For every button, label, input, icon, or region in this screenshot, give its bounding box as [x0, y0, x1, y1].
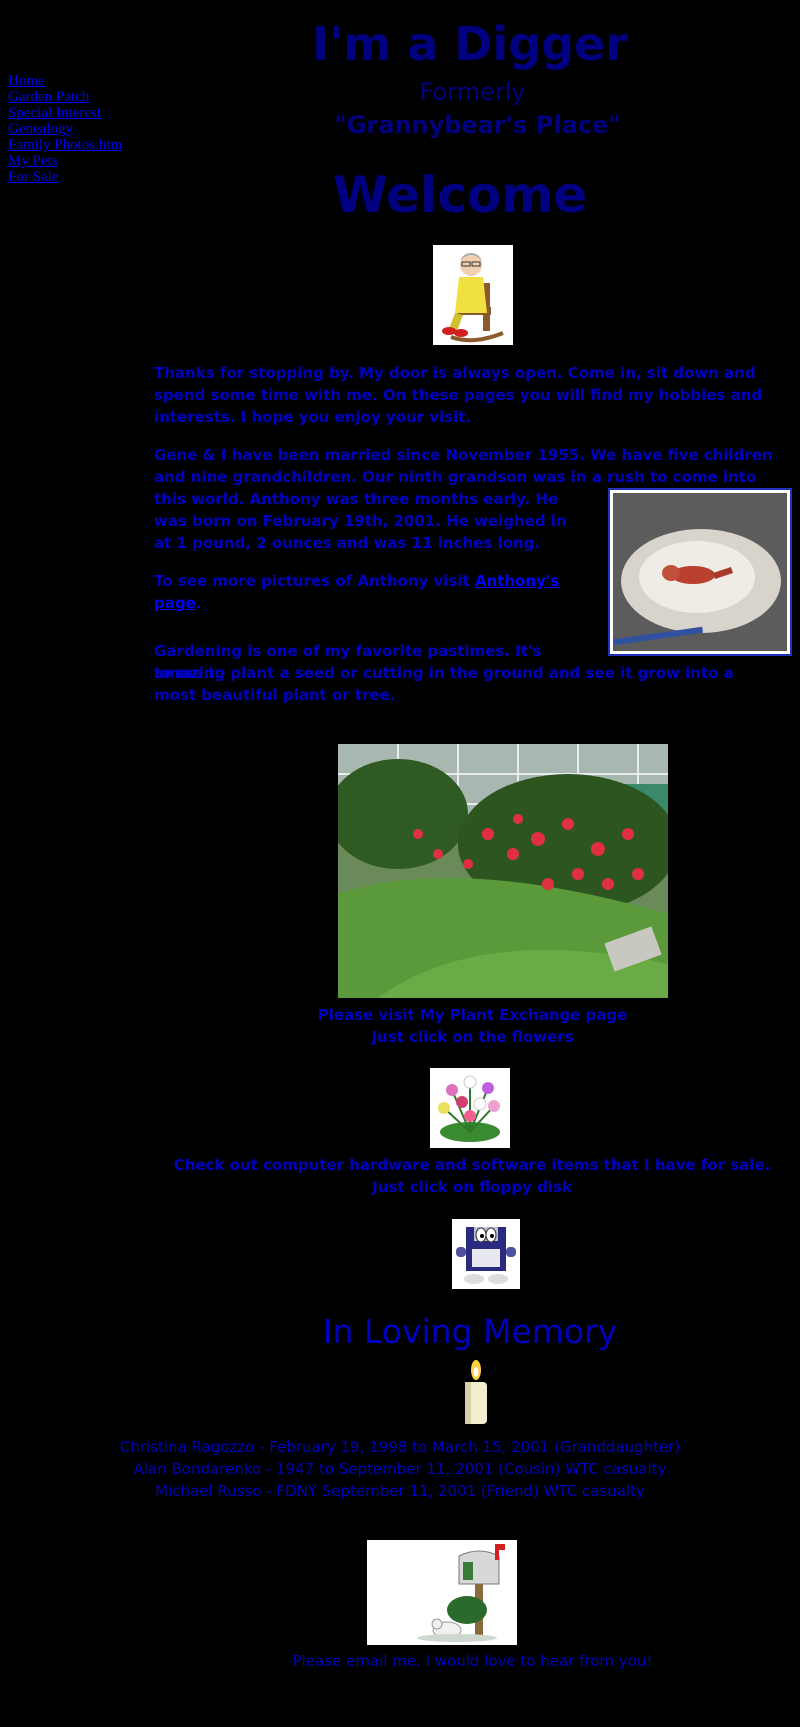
for-sale-text: Check out computer hardware and software…: [173, 1156, 771, 1196]
nav-link-family-photos[interactable]: Family Photos.htm: [8, 137, 122, 153]
intro-paragraph: Thanks for stopping by. My door is alway…: [154, 364, 763, 426]
anthony-paragraph: this world. Anthony was three months ear…: [154, 490, 567, 552]
email-link[interactable]: Please email me. I would love to hear fr…: [280, 1650, 665, 1672]
page-title: I'm a Digger: [312, 17, 628, 71]
nav-link-home[interactable]: Home: [8, 73, 122, 89]
floppy-disk-icon[interactable]: [452, 1219, 520, 1289]
subtitle-formerly: Formerly: [419, 78, 526, 106]
mailbox-icon[interactable]: [367, 1540, 517, 1645]
family-paragraph: Gene & I have been married since Novembe…: [154, 446, 773, 486]
nav-link-genealogy[interactable]: Genealogy: [8, 121, 122, 137]
welcome-heading: Welcome: [332, 166, 588, 224]
memory-line-2: Alan Bondarenko - 1947 to September 11, …: [133, 1460, 667, 1478]
plant-exchange-hint: Just click on the flowers: [371, 1028, 574, 1046]
grandma-rocking-chair-icon: [433, 245, 513, 345]
nav-link-for-sale[interactable]: For Sale: [8, 169, 122, 185]
gardening-paragraph: to me to plant a seed or cutting in the …: [154, 664, 734, 704]
nav-link-special-interest[interactable]: Special Interest: [8, 105, 122, 121]
candle-icon: [460, 1360, 492, 1426]
anthony-link-suffix: .: [195, 594, 202, 612]
plant-exchange-caption: Please visit My Plant Exchange page: [317, 1006, 628, 1024]
memory-line-3: Michael Russo - FDNY September 11, 2001 …: [155, 1482, 645, 1500]
subtitle-old-name: "Grannybear's Place": [334, 111, 621, 139]
memory-line-1: Christina Ragozzo - February 19, 1998 to…: [119, 1438, 681, 1456]
memory-heading: In Loving Memory: [322, 1312, 618, 1351]
anthony-link-prefix: To see more pictures of Anthony visit: [154, 572, 475, 590]
baby-photo[interactable]: [608, 488, 792, 656]
garden-photo[interactable]: [338, 744, 668, 998]
anthony-link-paragraph: To see more pictures of Anthony visit An…: [154, 570, 574, 614]
nav-link-my-pets[interactable]: My Pets: [8, 153, 122, 169]
side-navigation: Home Garden Patch Special Interest Genea…: [8, 73, 122, 185]
nav-link-garden-patch[interactable]: Garden Patch: [8, 89, 122, 105]
flower-bouquet-icon[interactable]: [430, 1068, 510, 1148]
